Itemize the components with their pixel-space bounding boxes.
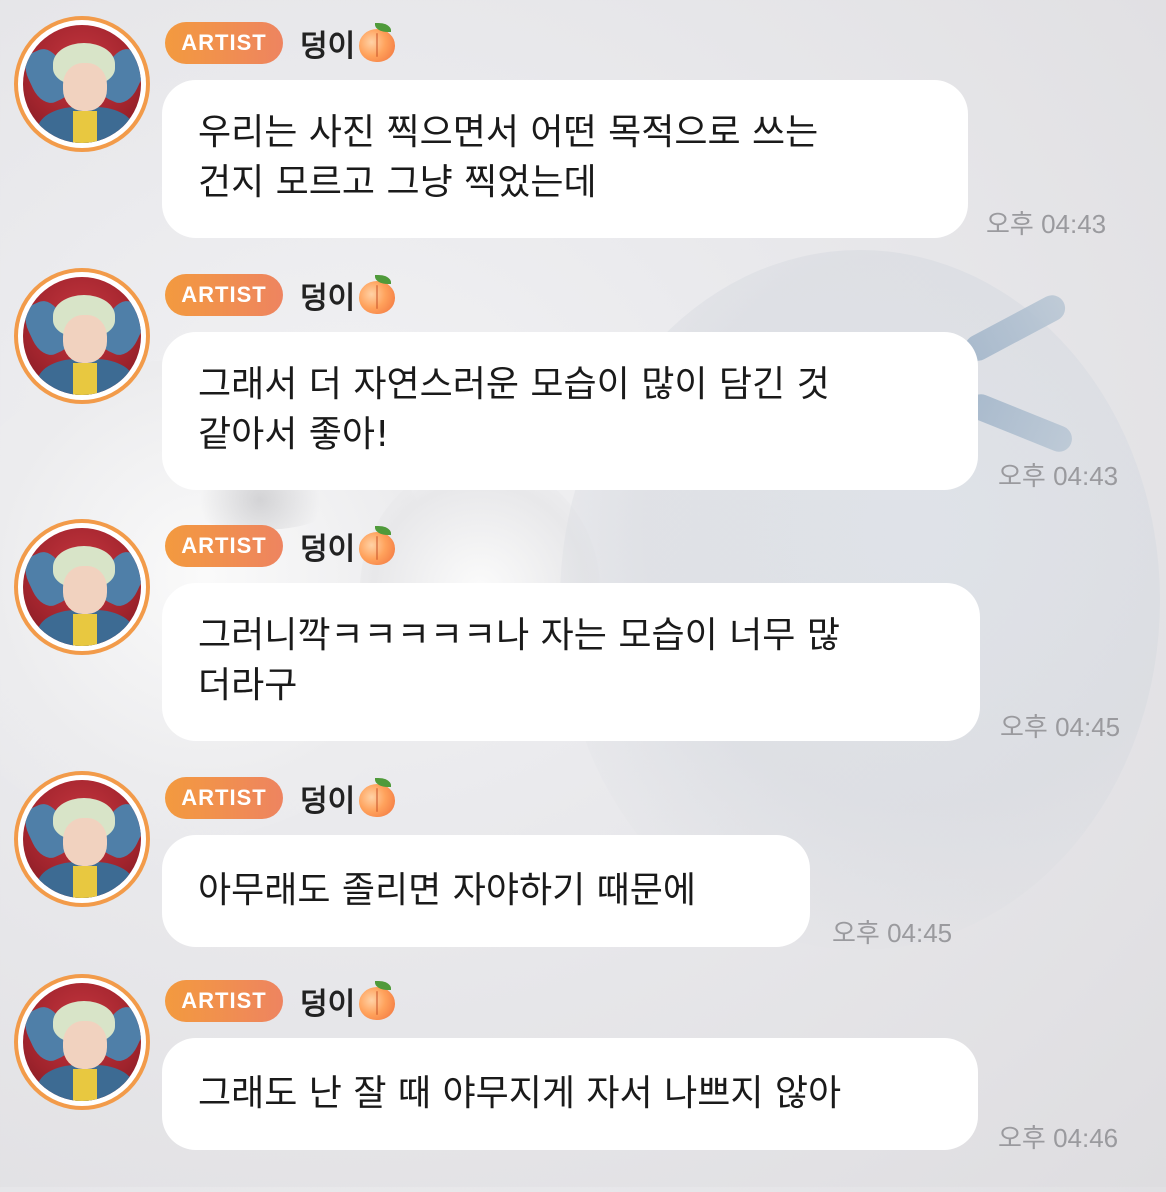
message-text-line: 그러니깍ㅋㅋㅋㅋㅋ나 자는 모습이 너무 많 bbox=[198, 615, 840, 656]
chat-message: ARTIST 덩이 우리는 사진 찍으면서 어떤 목적으로 쓰는 건지 모르고 … bbox=[0, 0, 1166, 239]
sender-name-text: 덩이 bbox=[300, 29, 356, 64]
message-timestamp: 오후 04:43 bbox=[998, 461, 1119, 491]
sender-name[interactable]: 덩이 bbox=[300, 20, 397, 66]
peach-icon bbox=[357, 526, 397, 566]
message-timestamp: 오후 04:45 bbox=[1000, 712, 1121, 742]
artist-badge: ARTIST bbox=[165, 777, 283, 819]
artist-avatar-icon[interactable] bbox=[14, 268, 150, 404]
message-text-line: 그래도 난 잘 때 야무지게 자서 나쁘지 않아 bbox=[198, 1073, 842, 1114]
sender-name-text: 덩이 bbox=[300, 532, 356, 567]
artist-badge: ARTIST bbox=[165, 525, 283, 567]
message-timestamp: 오후 04:46 bbox=[998, 1123, 1119, 1153]
message-bubble[interactable]: 그래도 난 잘 때 야무지게 자서 나쁘지 않아 bbox=[162, 1038, 978, 1150]
sender-name[interactable]: 덩이 bbox=[300, 523, 397, 569]
message-text-line: 같아서 좋아! bbox=[198, 414, 390, 455]
message-text-line: 우리는 사진 찍으면서 어떤 목적으로 쓰는 bbox=[198, 112, 819, 153]
sender-name-text: 덩이 bbox=[300, 281, 356, 316]
artist-avatar-icon[interactable] bbox=[14, 519, 150, 655]
peach-icon bbox=[357, 981, 397, 1021]
message-text-line: 건지 모르고 그냥 찍었는데 bbox=[198, 162, 597, 203]
message-text-line: 더라구 bbox=[198, 665, 298, 706]
artist-badge: ARTIST bbox=[165, 274, 283, 316]
message-bubble[interactable]: 그러니깍ㅋㅋㅋㅋㅋ나 자는 모습이 너무 많 더라구 bbox=[162, 583, 980, 741]
message-text-line: 아무래도 졸리면 자야하기 때문에 bbox=[198, 870, 697, 911]
chat-message: ARTIST 덩이 그래서 더 자연스러운 모습이 많이 담긴 것 같아서 좋아… bbox=[0, 252, 1166, 491]
message-timestamp: 오후 04:43 bbox=[986, 209, 1107, 239]
message-bubble[interactable]: 우리는 사진 찍으면서 어떤 목적으로 쓰는 건지 모르고 그냥 찍었는데 bbox=[162, 80, 968, 238]
peach-icon bbox=[357, 23, 397, 63]
peach-icon bbox=[357, 778, 397, 818]
artist-avatar-icon[interactable] bbox=[14, 974, 150, 1110]
sender-name[interactable]: 덩이 bbox=[300, 978, 397, 1024]
message-timestamp: 오후 04:45 bbox=[832, 918, 953, 948]
artist-badge: ARTIST bbox=[165, 22, 283, 64]
chat-message: ARTIST 덩이 그래도 난 잘 때 야무지게 자서 나쁘지 않아 오후 04… bbox=[0, 958, 1166, 1192]
message-bubble[interactable]: 아무래도 졸리면 자야하기 때문에 bbox=[162, 835, 810, 947]
artist-avatar-icon[interactable] bbox=[14, 16, 150, 152]
message-bubble[interactable]: 그래서 더 자연스러운 모습이 많이 담긴 것 같아서 좋아! bbox=[162, 332, 978, 490]
artist-avatar-icon[interactable] bbox=[14, 771, 150, 907]
chat-message: ARTIST 덩이 아무래도 졸리면 자야하기 때문에 오후 04:45 bbox=[0, 755, 1166, 989]
artist-badge: ARTIST bbox=[165, 980, 283, 1022]
sender-name-text: 덩이 bbox=[300, 987, 356, 1022]
sender-name[interactable]: 덩이 bbox=[300, 775, 397, 821]
sender-name[interactable]: 덩이 bbox=[300, 272, 397, 318]
sender-name-text: 덩이 bbox=[300, 784, 356, 819]
peach-icon bbox=[357, 275, 397, 315]
chat-message: ARTIST 덩이 그러니깍ㅋㅋㅋㅋㅋ나 자는 모습이 너무 많 더라구 오후 … bbox=[0, 503, 1166, 742]
message-text-line: 그래서 더 자연스러운 모습이 많이 담긴 것 bbox=[198, 364, 830, 405]
